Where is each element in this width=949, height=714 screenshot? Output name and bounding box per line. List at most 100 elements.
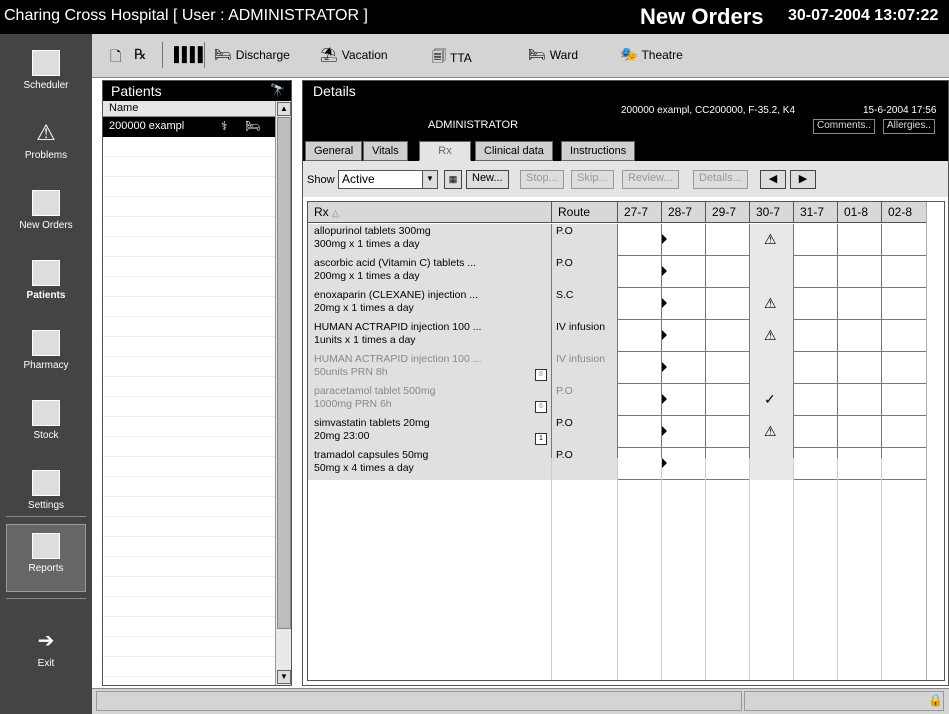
rx-day-cell[interactable] (794, 384, 838, 416)
rx-day-cell[interactable] (882, 288, 928, 320)
new-button[interactable]: New... (466, 170, 509, 189)
next-icon[interactable]: ▶ (790, 170, 816, 189)
rx-day-cell[interactable] (662, 352, 706, 384)
tab-instructions[interactable]: Instructions (561, 141, 636, 161)
new-document-icon[interactable]: 🗋 (110, 46, 121, 70)
grid-scrollbar[interactable] (926, 202, 944, 680)
rx-day-cell[interactable] (662, 224, 706, 256)
rx-day-cell[interactable] (838, 320, 882, 352)
rx-day-cell[interactable] (662, 320, 706, 352)
patient-row[interactable]: 200000 exampl ⚕ 🛏 (103, 117, 275, 137)
rx-day-cell[interactable] (882, 320, 928, 352)
barcode-icon[interactable]: ▌▌▌▌ (174, 46, 208, 62)
rx-day-cell[interactable] (794, 352, 838, 384)
rx-day-cell[interactable] (794, 448, 838, 480)
rx-day-cell[interactable] (706, 288, 750, 320)
rx-day-cell[interactable] (662, 256, 706, 288)
rx-day-cell[interactable]: ⚠ (750, 224, 794, 256)
nav-patients[interactable]: Patients (6, 252, 86, 314)
rx-row[interactable]: ascorbic acid (Vitamin C) tablets ... 200… (308, 256, 928, 288)
rx-day-cell[interactable]: ⚠ (750, 288, 794, 320)
nav-stock[interactable]: Stock (6, 392, 86, 454)
rx-day-cell[interactable] (706, 384, 750, 416)
rx-day-cell[interactable] (838, 256, 882, 288)
rx-day-cell[interactable] (794, 224, 838, 256)
rx-row[interactable]: allopurinol tablets 300mg 300mg x 1 times… (308, 224, 928, 256)
rx-day-cell[interactable] (794, 256, 838, 288)
rx-day-cell[interactable] (662, 416, 706, 448)
prescribe-icon[interactable]: ℞ (134, 46, 147, 63)
ward-button[interactable]: 🛏 Ward (528, 46, 578, 63)
rx-day-cell[interactable] (706, 352, 750, 384)
rx-day-cell[interactable] (662, 288, 706, 320)
scroll-thumb[interactable] (277, 117, 291, 629)
discharge-button[interactable]: 🛏 Discharge (214, 46, 290, 63)
rx-day-cell[interactable] (662, 384, 706, 416)
rx-day-cell[interactable] (750, 352, 794, 384)
vacation-button[interactable]: ⛱ Vacation (320, 46, 388, 63)
rx-day-cell[interactable]: ✓ (750, 384, 794, 416)
rx-day-cell[interactable] (794, 320, 838, 352)
scroll-up-icon[interactable]: ▲ (277, 102, 291, 116)
scroll-down-icon[interactable]: ▼ (277, 670, 291, 684)
skip-button[interactable]: Skip... (571, 170, 614, 189)
theatre-button[interactable]: 🎭 Theatre (620, 46, 683, 63)
rx-drug-cell[interactable]: ascorbic acid (Vitamin C) tablets ... 200… (308, 256, 552, 288)
rx-day-cell[interactable] (838, 416, 882, 448)
rx-day-cell[interactable] (794, 288, 838, 320)
rx-day-cell[interactable] (706, 448, 750, 480)
rx-day-cell[interactable] (706, 416, 750, 448)
stop-button[interactable]: Stop... (520, 170, 564, 189)
rx-day-cell[interactable]: ⚠ (750, 320, 794, 352)
rx-day-cell[interactable] (882, 224, 928, 256)
nav-problems[interactable]: ⚠ Problems (6, 112, 86, 174)
nav-pharmacy[interactable]: Pharmacy (6, 322, 86, 384)
tta-button[interactable]: 🗐 TTA (432, 46, 472, 70)
tab-rx[interactable]: Rx (419, 141, 471, 161)
binoculars-icon[interactable]: 🔭 (270, 83, 285, 97)
rx-day-cell[interactable] (882, 416, 928, 448)
rx-day-cell[interactable] (618, 224, 662, 256)
rx-day-cell[interactable] (838, 352, 882, 384)
rx-day-cell[interactable] (618, 352, 662, 384)
rx-day-cell[interactable] (882, 448, 928, 480)
rx-day-cell[interactable] (750, 448, 794, 480)
rx-row[interactable]: paracetamol tablet 500mg 1000mg PRN 6h 6 P.… (308, 384, 928, 416)
rx-day-cell[interactable] (618, 416, 662, 448)
rx-drug-cell[interactable]: tramadol capsules 50mg 50mg x 4 times a d… (308, 448, 552, 480)
tab-general[interactable]: General (305, 141, 363, 161)
rx-day-cell[interactable] (838, 384, 882, 416)
details-button[interactable]: Details... (693, 170, 748, 189)
nav-scheduler[interactable]: Scheduler (6, 42, 86, 104)
nav-new-orders[interactable]: New Orders (6, 182, 86, 244)
rx-row[interactable]: simvastatin tablets 20mg 20mg 23:00 1 P.O ⚠ (308, 416, 928, 448)
rx-day-cell[interactable]: ⚠ (750, 416, 794, 448)
show-filter-select[interactable]: Active ▼ (338, 170, 438, 189)
rx-day-cell[interactable] (882, 384, 928, 416)
rx-drug-cell[interactable]: paracetamol tablet 500mg 1000mg PRN 6h 6 (308, 384, 552, 416)
rx-day-cell[interactable] (838, 224, 882, 256)
rx-day-cell[interactable] (618, 256, 662, 288)
rx-row[interactable]: HUMAN ACTRAPID injection 100 ... 1units x… (308, 320, 928, 352)
prev-icon[interactable]: ◀ (760, 170, 786, 189)
patients-scrollbar[interactable]: ▲ ▼ (275, 101, 291, 685)
comments-button[interactable]: Comments.. (813, 119, 875, 134)
rx-row[interactable]: tramadol capsules 50mg 50mg x 4 times a d… (308, 448, 928, 480)
rx-drug-cell[interactable]: HUMAN ACTRAPID injection 100 ... 50units … (308, 352, 552, 384)
grid-view-icon[interactable]: ▦ (444, 170, 462, 189)
patients-column-name[interactable]: Name (103, 101, 275, 117)
col-header-route[interactable]: Route (552, 202, 618, 223)
rx-day-cell[interactable] (618, 384, 662, 416)
rx-day-cell[interactable] (838, 288, 882, 320)
nav-settings[interactable]: Settings (6, 462, 86, 524)
rx-drug-cell[interactable]: enoxaparin (CLEXANE) injection ... 20mg x… (308, 288, 552, 320)
rx-day-cell[interactable] (618, 448, 662, 480)
tab-vitals[interactable]: Vitals (363, 141, 408, 161)
tab-clinical-data[interactable]: Clinical data (475, 141, 553, 161)
rx-day-cell[interactable] (838, 448, 882, 480)
rx-day-cell[interactable] (882, 352, 928, 384)
rx-day-cell[interactable] (706, 256, 750, 288)
rx-drug-cell[interactable]: allopurinol tablets 300mg 300mg x 1 times… (308, 224, 552, 256)
rx-day-cell[interactable] (794, 416, 838, 448)
rx-day-cell[interactable] (662, 448, 706, 480)
